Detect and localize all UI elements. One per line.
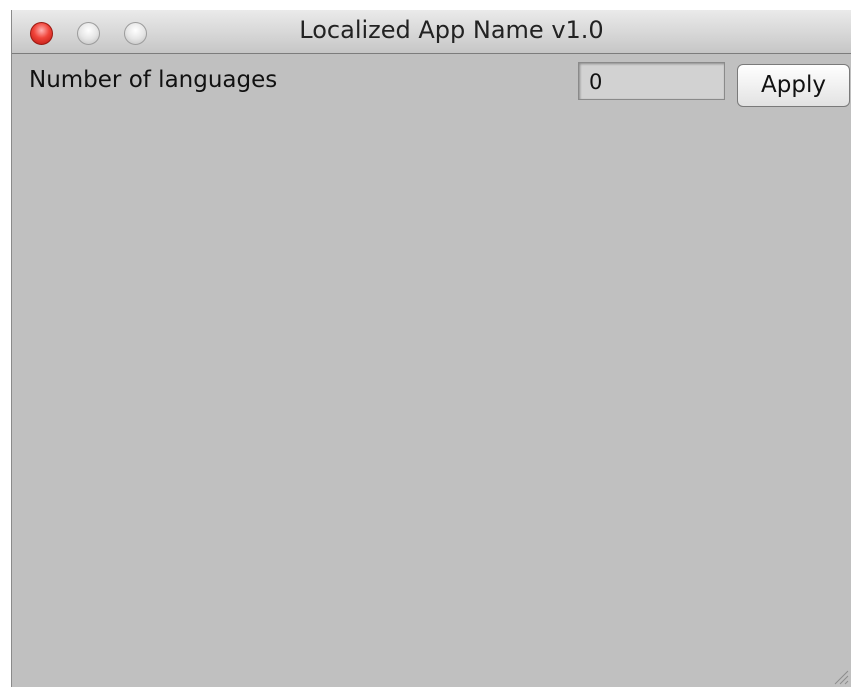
apply-button[interactable]: Apply <box>737 64 850 107</box>
window-title: Localized App Name v1.0 <box>299 16 604 44</box>
title-bar[interactable]: Localized App Name v1.0 <box>12 10 851 54</box>
languages-count-input[interactable] <box>578 62 725 100</box>
languages-label: Number of languages <box>29 67 278 93</box>
resize-grip-icon[interactable] <box>829 665 849 685</box>
app-window: Localized App Name v1.0 Number of langua… <box>11 10 851 687</box>
